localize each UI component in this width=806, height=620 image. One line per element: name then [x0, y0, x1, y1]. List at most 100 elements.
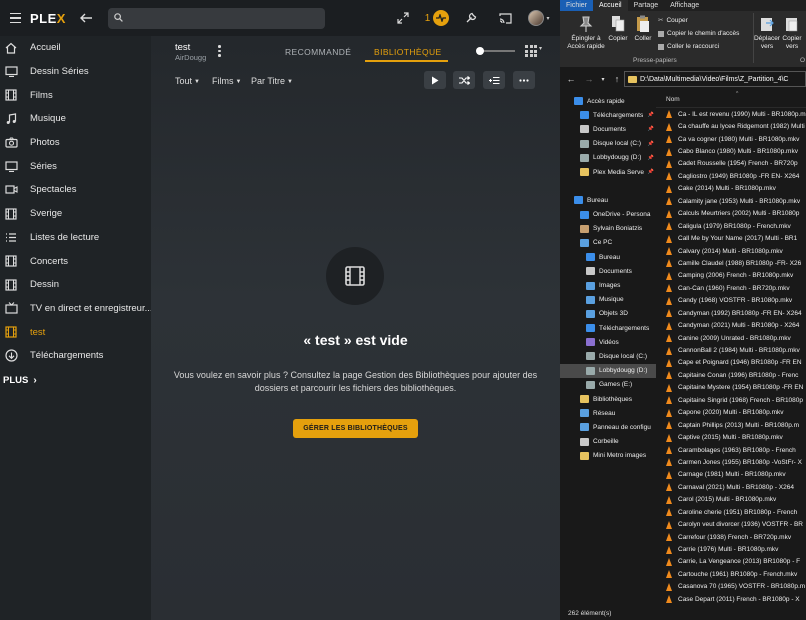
file-row[interactable]: Capitaine Mystere (1954) BR1080p -FR EN	[656, 382, 806, 394]
file-row[interactable]: Case Depart (2011) French - BR1080p - X	[656, 593, 806, 605]
sidebar-more-button[interactable]: PLUS ›	[0, 368, 151, 394]
manage-libraries-button[interactable]: GÉRER LES BIBLIOTHÈQUES	[293, 419, 418, 438]
tree-item[interactable]: Documents 📌	[560, 122, 656, 136]
tree-item[interactable]: Lobbydougg (D:)	[560, 363, 656, 378]
tree-item[interactable]: Ce PC	[560, 236, 656, 250]
file-row[interactable]: Carolyn veut divorcer (1936) VOSTFR - BR	[656, 518, 806, 530]
more-options-button[interactable]	[513, 71, 535, 89]
sidebar-item-listes-de-lecture[interactable]: Listes de lecture	[0, 226, 151, 250]
back-arrow-icon[interactable]	[79, 11, 98, 26]
tree-item[interactable]: Musique	[560, 293, 656, 307]
file-row[interactable]: Cake (2014) Multi - BR1080p.mkv	[656, 183, 806, 195]
address-bar[interactable]: D:\Data\Multimedia\Video\Films\Z_Partiti…	[624, 71, 806, 87]
tree-item[interactable]: OneDrive - Persona	[560, 208, 656, 222]
file-row[interactable]: Candy (1968) VOSTFR - BR1080p.mkv	[656, 295, 806, 307]
file-row[interactable]: Captive (2015) Multi - BR1080p.mkv	[656, 431, 806, 443]
shuffle-button[interactable]	[453, 71, 475, 89]
file-row[interactable]: Calculs Meurtriers (2002) Multi - BR1080…	[656, 208, 806, 220]
copy-button[interactable]: Copier	[606, 15, 630, 43]
paste-button[interactable]: Coller	[632, 15, 654, 43]
sidebar-item-films[interactable]: Films	[0, 83, 151, 107]
column-header-name[interactable]: ^ Nom	[656, 91, 806, 108]
tab-affichage[interactable]: Affichage	[664, 0, 705, 11]
play-button[interactable]	[424, 71, 446, 89]
tree-item[interactable]: Sylvain Boniatzis	[560, 222, 656, 236]
tree-item[interactable]: Bibliothèques	[560, 392, 656, 406]
forward-arrow-icon[interactable]: →	[582, 74, 596, 84]
sidebar-item-concerts[interactable]: Concerts	[0, 249, 151, 273]
filter-all-dropdown[interactable]: Tout ▼	[175, 76, 200, 86]
file-row[interactable]: Capone (2020) Multi - BR1080p.mkv	[656, 407, 806, 419]
file-row[interactable]: Camille Claudel (1988) BR1080p -FR- X26	[656, 257, 806, 269]
sidebar-item-spectacles[interactable]: Spectacles	[0, 178, 151, 202]
sort-dropdown[interactable]: Par Titre ▼	[251, 76, 293, 86]
tree-item[interactable]: Corbeille	[560, 435, 656, 449]
grid-view-icon[interactable]	[525, 45, 537, 57]
tree-item[interactable]: Bureau	[560, 250, 656, 264]
tree-item[interactable]: Lobbydougg (D:) 📌	[560, 151, 656, 165]
tree-item[interactable]: Téléchargements	[560, 321, 656, 335]
sidebar-item-tv-en-direct-et-enregistreur[interactable]: TV en direct et enregistreur...	[0, 297, 151, 321]
tab-fichier[interactable]: Fichier	[560, 0, 594, 11]
file-row[interactable]: Carrie (1976) Multi - BR1080p.mkv	[656, 543, 806, 555]
file-row[interactable]: Candyman (1992) BR1080p -FR EN- X264	[656, 307, 806, 319]
file-row[interactable]: Cadet Rousselle (1954) French - BR720p	[656, 158, 806, 170]
file-row[interactable]: Capitaine Singrid (1968) French - BR1080…	[656, 394, 806, 406]
view-dropdown-chevron-icon[interactable]: ▾	[539, 45, 542, 52]
sidebar-item-dessin-s-ries[interactable]: Dessin Séries	[0, 60, 151, 84]
add-to-playlist-button[interactable]	[483, 71, 505, 89]
search-input[interactable]	[107, 7, 325, 29]
file-row[interactable]: Carmen Jones (1955) BR1080p -VoStFr- X	[656, 456, 806, 468]
more-vertical-icon[interactable]	[218, 45, 221, 57]
sidebar-item-musique[interactable]: Musique	[0, 107, 151, 131]
file-row[interactable]: Ca chauffe au lycee Ridgemont (1982) Mul…	[656, 120, 806, 132]
tree-item[interactable]: Panneau de configu	[560, 420, 656, 434]
tree-item[interactable]: Accès rapide	[560, 94, 656, 108]
file-row[interactable]: Candyman (2021) Multi - BR1080p - X264	[656, 319, 806, 331]
sidebar-item-photos[interactable]: Photos	[0, 131, 151, 155]
tree-item[interactable]: Images	[560, 278, 656, 292]
tree-item[interactable]: Réseau	[560, 406, 656, 420]
file-row[interactable]: Cape et Poignard (1946) BR1080p -FR EN	[656, 357, 806, 369]
slider-handle[interactable]	[476, 47, 484, 55]
file-row[interactable]: Calamity jane (1953) Multi - BR1080p.mkv	[656, 195, 806, 207]
tree-item[interactable]: Disque local (C:) 📌	[560, 137, 656, 151]
tree-item[interactable]: Objets 3D	[560, 307, 656, 321]
up-arrow-icon[interactable]: ↑	[610, 74, 624, 84]
paste-shortcut-button[interactable]: Coller le raccourci	[658, 43, 719, 50]
file-row[interactable]: Carrefour (1938) French - BR720p.mkv	[656, 531, 806, 543]
file-row[interactable]: Carol (2015) Multi - BR1080p.mkv	[656, 494, 806, 506]
tab-partage[interactable]: Partage	[628, 0, 665, 11]
tree-item[interactable]: Plex Media Serve 📌	[560, 165, 656, 179]
pin-quick-access-button[interactable]: Épingler à Accès rapide	[564, 15, 608, 50]
sidebar-item-test[interactable]: test	[0, 320, 151, 344]
plex-logo[interactable]: PLEX	[30, 11, 66, 26]
copy-to-button[interactable]: Copier vers	[779, 15, 805, 50]
file-row[interactable]: Camping (2006) French - BR1080p.mkv	[656, 270, 806, 282]
user-avatar-button[interactable]: ▾	[522, 0, 556, 36]
file-row[interactable]: Ca va cogner (1980) Multi - BR1080p.mkv	[656, 133, 806, 145]
file-row[interactable]: Carambolages (1963) BR1080p - French	[656, 444, 806, 456]
file-row[interactable]: Capitaine Conan (1996) BR1080p - Frenc	[656, 369, 806, 381]
cast-icon[interactable]	[488, 0, 522, 36]
sidebar-item-sverige[interactable]: Sverige	[0, 202, 151, 226]
file-row[interactable]: Casanova 70 (1965) VOSTFR - BR1080p.m	[656, 581, 806, 593]
file-row[interactable]: Call Me by Your Name (2017) Multi - BR1	[656, 232, 806, 244]
tab-library[interactable]: BIBLIOTHÈQUE	[374, 47, 442, 57]
file-row[interactable]: Carrie, La Vengeance (2013) BR1080p - F	[656, 556, 806, 568]
cut-button[interactable]: ✂ Couper	[658, 16, 688, 25]
sidebar-item-accueil[interactable]: Accueil	[0, 36, 151, 60]
tree-item[interactable]: Games (E:)	[560, 378, 656, 392]
settings-wrench-icon[interactable]	[454, 0, 488, 36]
tree-item[interactable]: Bureau	[560, 193, 656, 207]
sidebar-item-s-ries[interactable]: Séries	[0, 154, 151, 178]
file-row[interactable]: Cabo Blanco (1980) Multi - BR1080p.mkv	[656, 145, 806, 157]
move-to-button[interactable]: Déplacer vers	[753, 15, 781, 50]
file-row[interactable]: Caligula (1979) BR1080p - French.mkv	[656, 220, 806, 232]
file-row[interactable]: Canine (2009) Unrated - BR1080p.mkv	[656, 332, 806, 344]
file-row[interactable]: Ca - IL est revenu (1990) Multi - BR1080…	[656, 108, 806, 120]
tree-item[interactable]: Disque local (C:)	[560, 349, 656, 363]
sidebar-item-t-l-chargements[interactable]: Téléchargements	[0, 344, 151, 368]
file-row[interactable]: CannonBall 2 (1984) Multi - BR1080p.mkv	[656, 344, 806, 356]
copy-path-button[interactable]: Copier le chemin d'accès	[658, 30, 739, 37]
